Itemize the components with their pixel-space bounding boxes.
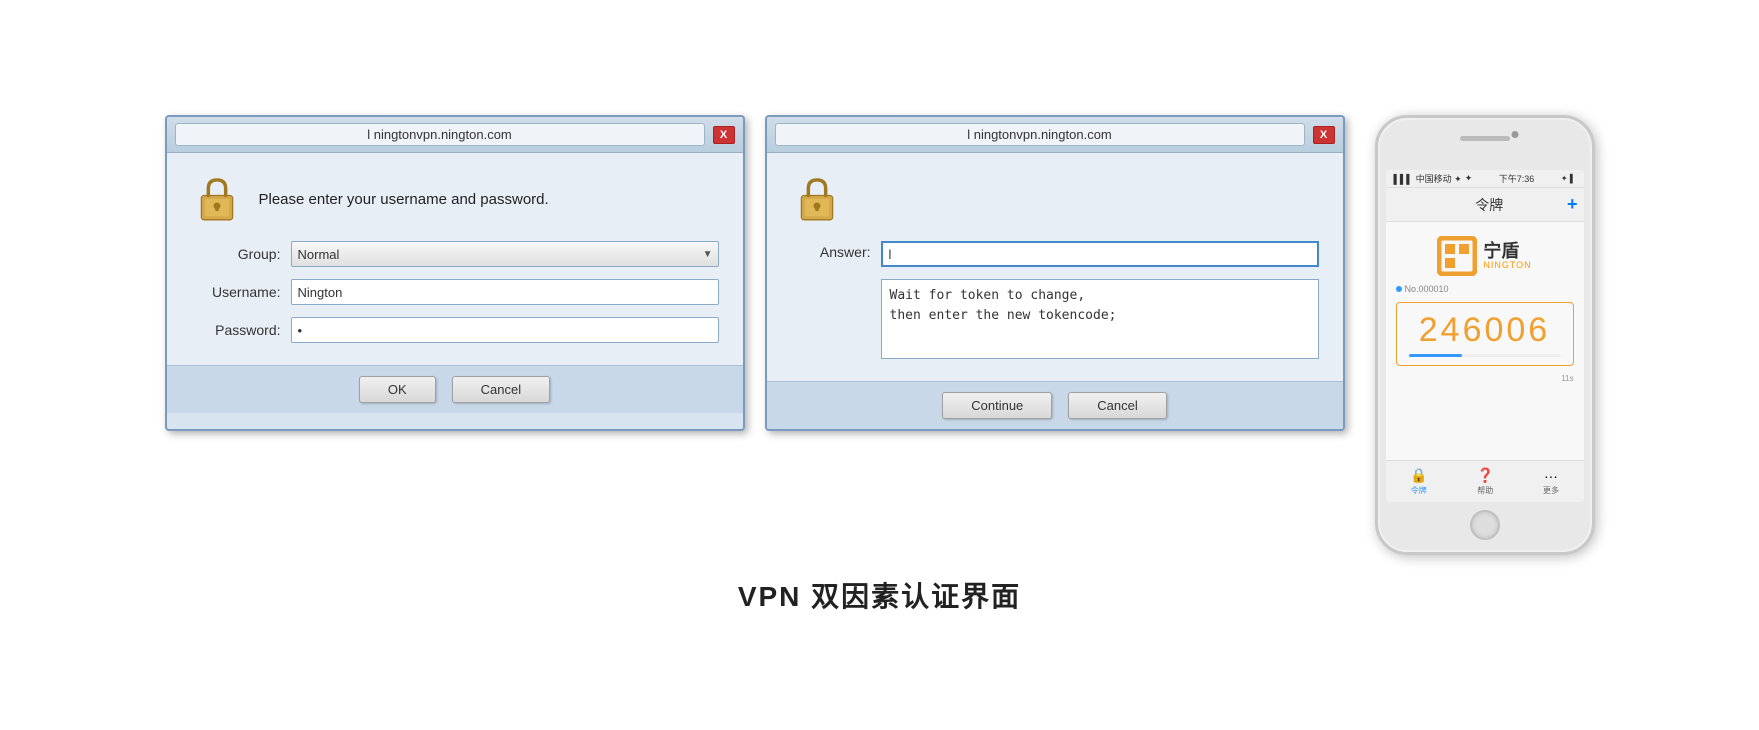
vpn-token-dialog: l ningtonvpn.nington.com X	[765, 115, 1345, 431]
token-number-label: No.000010	[1396, 284, 1574, 294]
help-nav-icon: ❓	[1476, 467, 1493, 484]
dialog1-footer: OK Cancel	[167, 365, 743, 413]
phone-app-content: 宁盾 NINGTON No.000010 246006	[1386, 222, 1584, 460]
dialog1-cancel-button[interactable]: Cancel	[452, 376, 550, 403]
phone-battery: ✦ ▌	[1561, 174, 1576, 183]
dialog2-cancel-button[interactable]: Cancel	[1068, 392, 1166, 419]
username-input[interactable]	[291, 279, 719, 305]
phone-time: 下午7:36	[1499, 172, 1535, 185]
token-progress-fill	[1409, 354, 1462, 357]
password-label: Password:	[191, 322, 281, 338]
username-row: Username:	[191, 279, 719, 305]
dialog2-close-button[interactable]: X	[1313, 126, 1335, 144]
phone-status-bar: ▌▌▌ 中国移动 ✦ ✦ 下午7:36 ✦ ▌	[1386, 170, 1584, 188]
phone-nav-token[interactable]: 🔒 令牌	[1410, 467, 1427, 496]
phone-nav-more[interactable]: ··· 更多	[1543, 468, 1559, 496]
answer-input[interactable]	[881, 241, 1319, 267]
phone-app-title: 令牌	[1475, 195, 1503, 215]
phone-volume-up-button	[1375, 198, 1377, 226]
token-code-box: 246006	[1396, 302, 1574, 366]
phone-add-token-button[interactable]: +	[1567, 194, 1578, 215]
dialog1-titlebar: l ningtonvpn.nington.com X	[167, 117, 743, 153]
vpn-login-dialog: l ningtonvpn.nington.com X Please e	[165, 115, 745, 431]
phone-nav-help[interactable]: ❓ 帮助	[1476, 467, 1493, 496]
wait-message-row: Wait for token to change, then enter the…	[791, 279, 1319, 359]
answer-label: Answer:	[791, 241, 871, 260]
phone-carrier: ▌▌▌ 中国移动 ✦ ✦	[1394, 172, 1473, 185]
token-nav-icon: 🔒	[1410, 467, 1427, 484]
username-label: Username:	[191, 284, 281, 300]
phone-volume-down-button	[1375, 236, 1377, 264]
nington-english-name: NINGTON	[1483, 260, 1531, 270]
group-row: Group: Normal ▼	[191, 241, 719, 267]
token-time-label: 11s	[1396, 374, 1574, 383]
token-progress-bar	[1409, 354, 1561, 357]
phone-home-button[interactable]	[1470, 510, 1500, 540]
dialog1-prompt: Please enter your username and password.	[259, 191, 549, 208]
lock-icon-2	[791, 173, 843, 225]
wait-spacer	[791, 279, 871, 282]
token-dot-icon	[1396, 286, 1402, 292]
phone-camera	[1511, 131, 1518, 138]
nington-logo: 宁盾 NINGTON	[1437, 236, 1531, 276]
password-input[interactable]	[291, 317, 719, 343]
dialog2-url: l ningtonvpn.nington.com	[775, 123, 1305, 146]
answer-row: Answer:	[791, 241, 1319, 267]
group-label: Group:	[191, 246, 281, 262]
phone-bottom-nav: 🔒 令牌 ❓ 帮助 ··· 更多	[1386, 460, 1584, 502]
nington-logo-icon	[1437, 236, 1477, 276]
phone-screen: ▌▌▌ 中国移动 ✦ ✦ 下午7:36 ✦ ▌ 令牌 +	[1386, 170, 1584, 502]
more-nav-icon: ···	[1544, 468, 1558, 484]
dialog2-titlebar: l ningtonvpn.nington.com X	[767, 117, 1343, 153]
wifi-icon: ✦	[1465, 173, 1473, 184]
token-code-value: 246006	[1409, 311, 1561, 350]
lock-icon	[191, 173, 243, 225]
phone-mockup: ▌▌▌ 中国移动 ✦ ✦ 下午7:36 ✦ ▌ 令牌 +	[1375, 115, 1595, 555]
phone-power-button	[1593, 218, 1595, 258]
dialog2-footer: Continue Cancel	[767, 381, 1343, 429]
page-caption: VPN 双因素认证界面	[165, 575, 1595, 615]
wait-message-text: Wait for token to change, then enter the…	[881, 279, 1319, 359]
ok-button[interactable]: OK	[359, 376, 436, 403]
continue-button[interactable]: Continue	[942, 392, 1052, 419]
signal-icon: ▌▌▌	[1394, 174, 1413, 184]
phone-speaker	[1460, 136, 1510, 141]
nington-chinese-name: 宁盾	[1483, 242, 1519, 260]
dialog1-close-button[interactable]: X	[713, 126, 735, 144]
dialog1-url: l ningtonvpn.nington.com	[175, 123, 705, 146]
phone-nav-titlebar: 令牌 +	[1386, 188, 1584, 222]
nington-logo-text: 宁盾 NINGTON	[1483, 242, 1531, 270]
group-select[interactable]: Normal	[291, 241, 719, 267]
password-row: Password:	[191, 317, 719, 343]
